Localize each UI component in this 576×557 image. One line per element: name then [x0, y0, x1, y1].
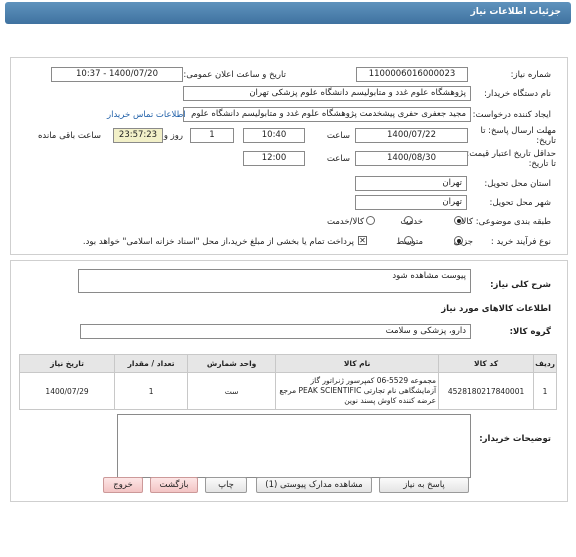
- category-option-service: خدمت: [400, 217, 423, 227]
- buyer-label: نام دستگاه خریدار:: [484, 89, 551, 99]
- requester-field: مجید جعفری حفری پیشخدمت پژوهشگاه علوم غد…: [183, 107, 471, 122]
- announce-label: تاریخ و ساعت اعلان عمومی:: [183, 70, 286, 80]
- province-label: استان محل تحویل:: [484, 179, 551, 189]
- goods-quantity: 1: [114, 372, 189, 410]
- buyer-field: پژوهشگاه علوم غدد و متابولیسم دانشگاه عل…: [183, 86, 471, 101]
- goods-code: 4528180217840001: [438, 372, 535, 410]
- table-row[interactable]: 1 4528180217840001 مجموعه 5529-06 کمپرسو…: [18, 372, 557, 410]
- category-option-goods-service: کالا/خدمت: [327, 217, 364, 227]
- print-button[interactable]: چاپ: [205, 477, 247, 493]
- row-number: 1: [533, 372, 557, 410]
- column-header: تاریخ نیاز: [18, 354, 116, 373]
- remaining-time-field: 23:57:23: [113, 128, 163, 143]
- validity-time-label: ساعت: [326, 154, 350, 164]
- buyer-notes-label: توضیحات خریدار:: [479, 434, 551, 444]
- deadline-date-field: 1400/07/22: [355, 128, 468, 143]
- summary-label: شرح کلی نیاز:: [490, 280, 551, 290]
- need-number-field: 1100006016000023: [356, 67, 468, 82]
- reply-button[interactable]: پاسخ به نیاز: [379, 477, 469, 493]
- process-option-minor: جزیی: [453, 237, 473, 247]
- buyer-contact-link[interactable]: اطلاعات تماس خریدار: [107, 110, 186, 120]
- title-bar: جزئیات اطلاعات نیاز: [5, 2, 571, 24]
- column-header: کد کالا: [438, 354, 535, 373]
- validity-label: حداقل تاریخ اعتبار قیمت: تا تاریخ:: [466, 149, 556, 169]
- goods-name: مجموعه 5529-06 کمپرسور ژنراتور گاز آزمای…: [275, 372, 440, 410]
- need-number-label: شماره نیاز:: [510, 70, 551, 80]
- goods-group-field: دارو، پزشکی و سلامت: [80, 324, 471, 339]
- category-radio-goods-service[interactable]: [366, 216, 375, 225]
- page-title: جزئیات اطلاعات نیاز: [470, 7, 561, 17]
- back-button[interactable]: بازگشت: [150, 477, 198, 493]
- goods-group-label: گروه کالا:: [509, 327, 551, 337]
- goods-unit: ست: [187, 372, 277, 410]
- deadline-time-field: 10:40: [243, 128, 305, 143]
- deadline-label: مهلت ارسال پاسخ: تا تاریخ:: [480, 126, 556, 146]
- deadline-time-label: ساعت: [326, 131, 350, 141]
- days-field: 1: [190, 128, 234, 143]
- treasury-payment-note: پرداخت تمام یا بخشی از مبلغ خرید،از محل …: [82, 237, 354, 247]
- process-label: نوع فرآیند خرید :: [490, 237, 551, 247]
- exit-button[interactable]: خروج: [103, 477, 143, 493]
- category-option-goods: کالا: [461, 217, 473, 227]
- summary-field: پیوست مشاهده شود: [78, 269, 471, 293]
- column-header: نام کالا: [275, 354, 440, 373]
- process-option-medium: متوسط: [396, 237, 423, 247]
- goods-table-header: ردیف کد کالا نام کالا واحد شمارش تعداد /…: [18, 354, 557, 373]
- days-label: روز و: [163, 131, 183, 141]
- goods-need-date: 1400/07/29: [18, 372, 116, 410]
- buyer-notes-field: [117, 414, 471, 478]
- validity-date-field: 1400/08/30: [355, 151, 468, 166]
- goods-table: ردیف کد کالا نام کالا واحد شمارش تعداد /…: [18, 354, 557, 410]
- remaining-label: ساعت باقی مانده: [37, 131, 101, 141]
- requester-label: ایجاد کننده درخواست:: [472, 110, 551, 120]
- validity-time-field: 12:00: [243, 151, 305, 166]
- column-header: ردیف: [533, 354, 557, 373]
- column-header: واحد شمارش: [187, 354, 277, 373]
- view-attachments-button[interactable]: مشاهده مدارک پیوستی (1): [256, 477, 372, 493]
- province-field: تهران: [355, 176, 467, 191]
- city-label: شهر محل تحویل:: [489, 198, 551, 208]
- column-header: تعداد / مقدار: [114, 354, 189, 373]
- city-field: تهران: [355, 195, 467, 210]
- goods-section-title: اطلاعات کالاهای مورد نیاز: [441, 304, 551, 314]
- category-label: طبقه بندی موضوعی:: [475, 217, 551, 227]
- treasury-payment-checkbox[interactable]: ✕: [358, 236, 367, 245]
- announce-field: 1400/07/20 - 10:37: [51, 67, 183, 82]
